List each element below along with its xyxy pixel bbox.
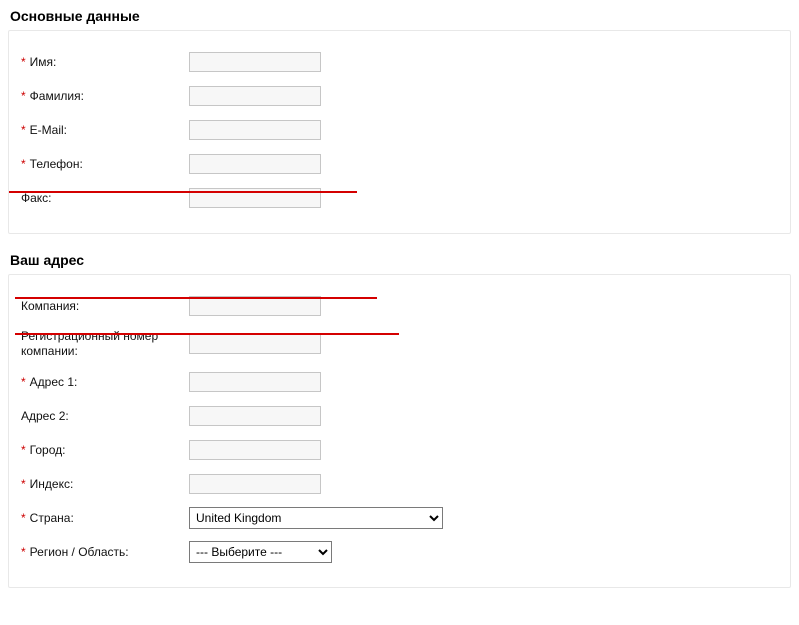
label-text-fax: Факс:: [21, 191, 52, 206]
company-input[interactable]: [189, 296, 321, 316]
required-star: *: [21, 157, 26, 172]
postcode-input[interactable]: [189, 474, 321, 494]
field-label-regnum: Регистрационный номер компании:: [21, 329, 189, 359]
required-star: *: [21, 477, 26, 492]
field-row-surname: * Фамилия:: [9, 79, 790, 113]
required-star: *: [21, 443, 26, 458]
section-title-basic: Основные данные: [0, 0, 799, 30]
required-star: *: [21, 545, 26, 560]
field-row-regnum: Регистрационный номер компании:: [9, 323, 790, 365]
label-text-surname: Фамилия:: [30, 89, 84, 104]
field-label-address1: * Адрес 1:: [21, 375, 189, 390]
phone-input[interactable]: [189, 154, 321, 174]
section-box-address: Компания: Регистрационный номер компании…: [8, 274, 791, 588]
required-star: *: [21, 375, 26, 390]
label-text-regnum: Регистрационный номер компании:: [21, 329, 189, 359]
field-label-fax: Факс:: [21, 191, 189, 206]
field-label-phone: * Телефон:: [21, 157, 189, 172]
field-row-phone: * Телефон:: [9, 147, 790, 181]
field-label-city: * Город:: [21, 443, 189, 458]
field-row-address1: * Адрес 1:: [9, 365, 790, 399]
label-text-region: Регион / Область:: [30, 545, 129, 560]
field-row-postcode: * Индекс:: [9, 467, 790, 501]
field-row-fax: Факс:: [9, 181, 790, 215]
required-star: *: [21, 55, 26, 70]
field-label-surname: * Фамилия:: [21, 89, 189, 104]
field-label-address2: Адрес 2:: [21, 409, 189, 424]
field-row-city: * Город:: [9, 433, 790, 467]
city-input[interactable]: [189, 440, 321, 460]
required-star: *: [21, 89, 26, 104]
country-select[interactable]: United Kingdom: [189, 507, 443, 529]
field-row-name: * Имя:: [9, 45, 790, 79]
address2-input[interactable]: [189, 406, 321, 426]
label-text-postcode: Индекс:: [30, 477, 74, 492]
field-row-company: Компания:: [9, 289, 790, 323]
required-star: *: [21, 123, 26, 138]
field-row-region: * Регион / Область: --- Выберите ---: [9, 535, 790, 569]
field-label-email: * E-Mail:: [21, 123, 189, 138]
label-text-address1: Адрес 1:: [30, 375, 78, 390]
section-box-basic: * Имя: * Фамилия: * E-Mail: * Телефон: Ф…: [8, 30, 791, 234]
regnum-input[interactable]: [189, 334, 321, 354]
field-row-email: * E-Mail:: [9, 113, 790, 147]
email-input[interactable]: [189, 120, 321, 140]
name-input[interactable]: [189, 52, 321, 72]
field-label-postcode: * Индекс:: [21, 477, 189, 492]
section-title-address: Ваш адрес: [0, 244, 799, 274]
fax-input[interactable]: [189, 188, 321, 208]
address1-input[interactable]: [189, 372, 321, 392]
label-text-address2: Адрес 2:: [21, 409, 69, 424]
label-text-city: Город:: [30, 443, 66, 458]
label-text-name: Имя:: [30, 55, 57, 70]
field-label-region: * Регион / Область:: [21, 545, 189, 560]
label-text-company: Компания:: [21, 299, 79, 314]
label-text-phone: Телефон:: [30, 157, 83, 172]
region-select[interactable]: --- Выберите ---: [189, 541, 332, 563]
field-label-company: Компания:: [21, 299, 189, 314]
required-star: *: [21, 511, 26, 526]
label-text-email: E-Mail:: [30, 123, 67, 138]
field-label-name: * Имя:: [21, 55, 189, 70]
field-row-address2: Адрес 2:: [9, 399, 790, 433]
field-label-country: * Страна:: [21, 511, 189, 526]
surname-input[interactable]: [189, 86, 321, 106]
field-row-country: * Страна: United Kingdom: [9, 501, 790, 535]
label-text-country: Страна:: [30, 511, 74, 526]
